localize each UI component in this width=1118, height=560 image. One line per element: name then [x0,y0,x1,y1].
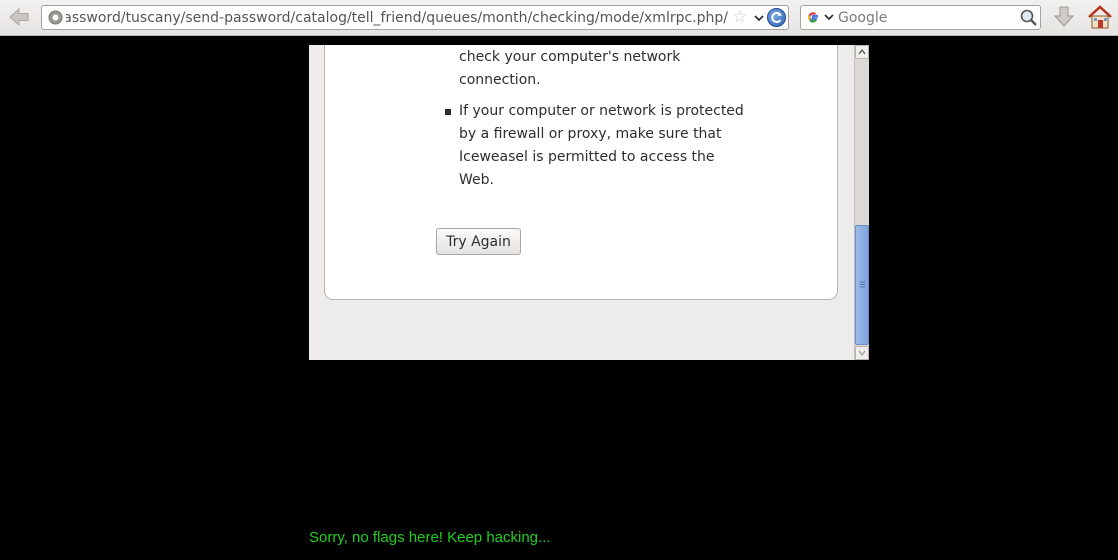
url-text[interactable]: /forgotpassword/tuscany/send-password/ca… [66,9,728,27]
search-engine-selector[interactable] [805,9,839,27]
list-bullet [445,109,451,115]
browser-toolbar: /forgotpassword/tuscany/send-password/ca… [0,0,1118,36]
chevron-up-icon [858,49,866,55]
scroll-up-button[interactable] [855,45,869,59]
dropdown-icon[interactable] [753,9,765,27]
reload-icon[interactable] [767,8,786,27]
error-text-line: by a firewall or proxy, make sure that [459,126,722,142]
bookmark-star-icon[interactable]: ☆ [732,8,750,26]
home-icon[interactable] [1087,4,1113,30]
back-button[interactable] [6,5,32,29]
error-text-line: check your computer's network [459,49,681,65]
chevron-down-icon [858,350,866,356]
url-bar[interactable]: /forgotpassword/tuscany/send-password/ca… [41,5,789,30]
download-icon[interactable] [1053,5,1075,29]
grip-icon [860,281,865,288]
error-message-box: check your computer's network connection… [324,45,838,300]
error-text-line: Iceweasel is permitted to access the [459,149,715,165]
page-viewport: check your computer's network connection… [309,45,869,360]
google-icon [808,12,818,23]
scroll-thumb[interactable] [855,225,869,345]
error-text-line: Web. [459,172,494,188]
vertical-scrollbar[interactable] [854,45,869,360]
error-text-line: connection. [459,72,541,88]
search-input[interactable] [838,8,1018,27]
search-icon[interactable] [1019,8,1038,27]
error-text-line: If your computer or network is protected [459,103,744,119]
flag-message: Sorry, no flags here! Keep hacking... [309,529,551,546]
search-bar[interactable] [800,5,1041,30]
scroll-down-button[interactable] [855,346,869,360]
globe-icon [48,10,63,25]
back-arrow-icon [9,7,29,27]
try-again-button[interactable]: Try Again [436,228,521,255]
